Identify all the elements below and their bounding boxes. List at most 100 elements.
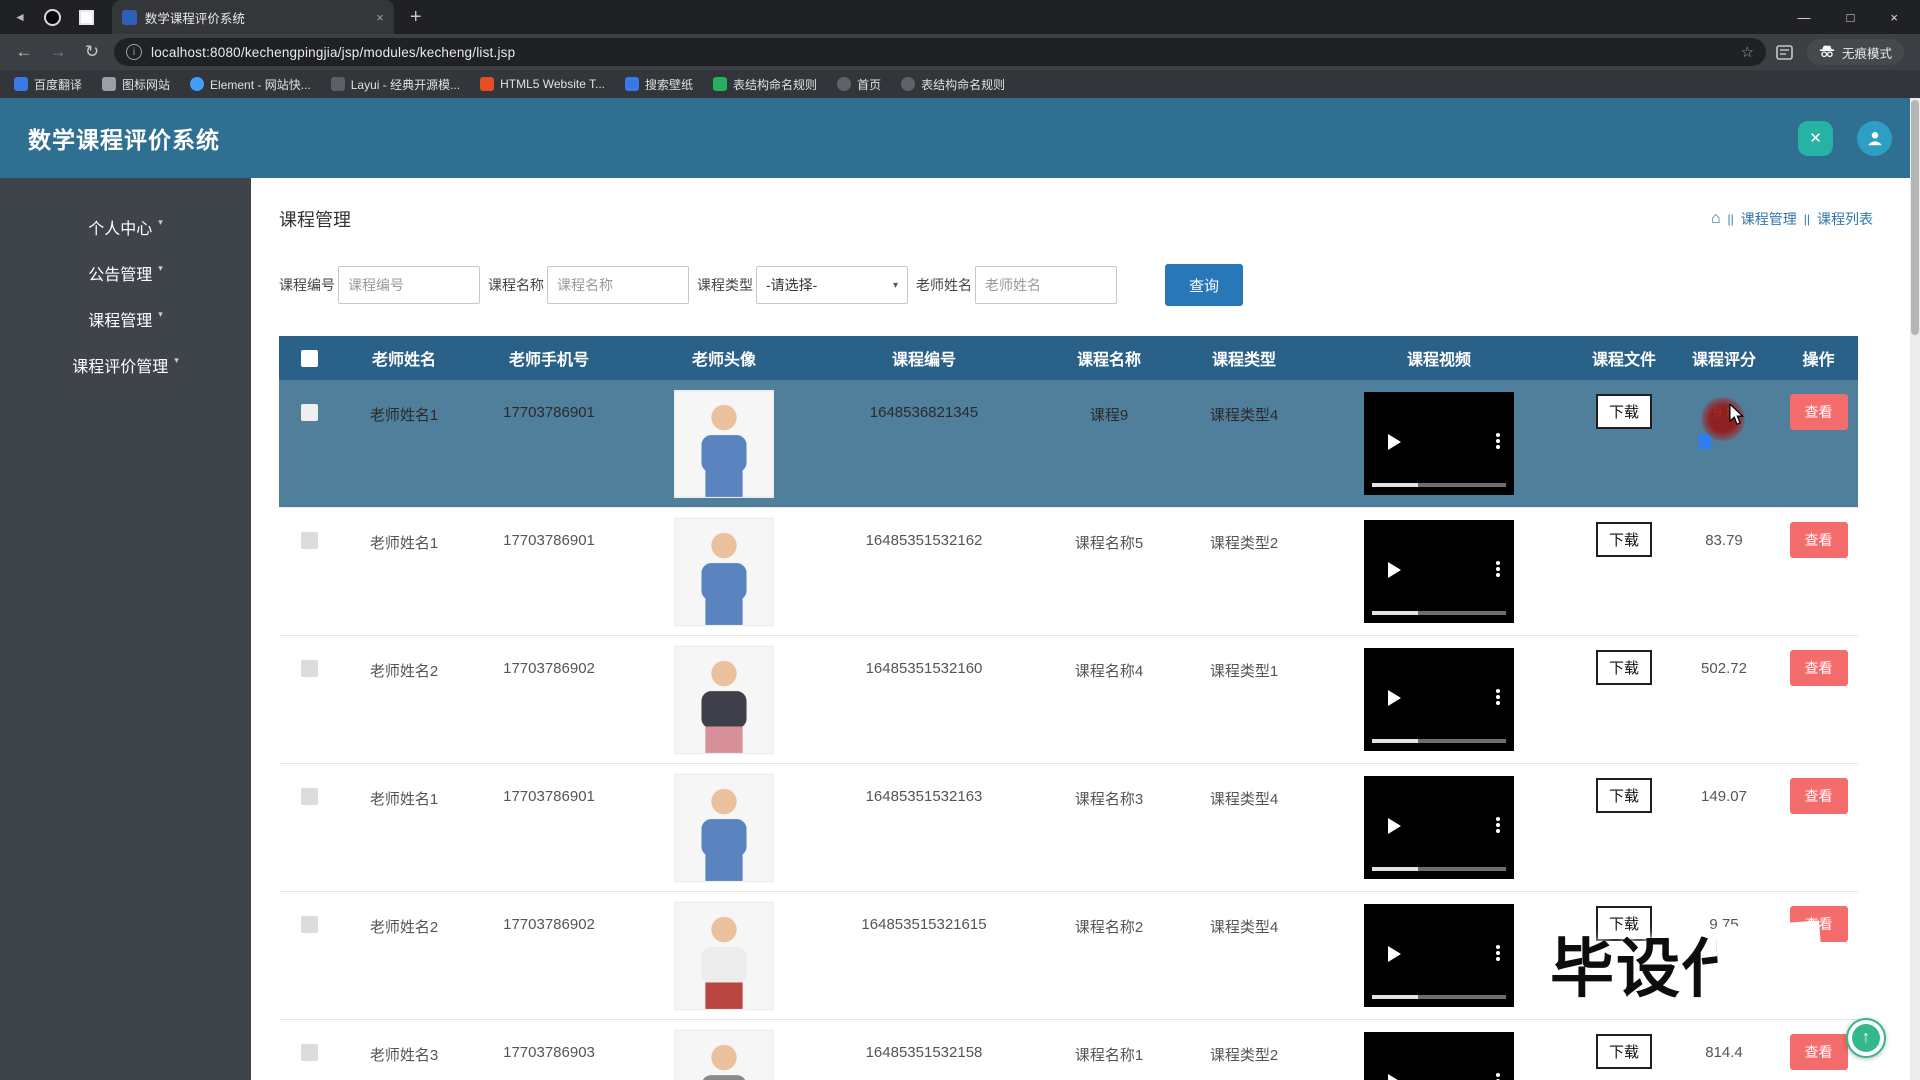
download-button[interactable]: 下载	[1596, 778, 1652, 813]
video-player[interactable]	[1364, 904, 1514, 1007]
video-progress-bar[interactable]	[1372, 483, 1506, 487]
sidebar-item[interactable]: 课程管理▾	[0, 296, 251, 342]
video-menu-icon[interactable]	[1496, 817, 1500, 821]
video-progress-bar[interactable]	[1372, 739, 1506, 743]
course-file-cell: 下载	[1579, 1020, 1669, 1080]
row-checkbox-cell	[279, 892, 339, 1019]
breadcrumb-separator: ||	[1804, 212, 1810, 226]
site-info-icon[interactable]: i	[126, 44, 142, 60]
view-button[interactable]: 查看	[1790, 522, 1848, 558]
video-play-icon[interactable]	[1388, 690, 1401, 706]
back-button[interactable]: ←	[12, 42, 36, 62]
reading-list-icon[interactable]	[1776, 45, 1793, 60]
video-player[interactable]	[1364, 648, 1514, 751]
teacher-phone-cell: 17703786902	[469, 636, 629, 763]
window-close-button[interactable]: ×	[1890, 10, 1898, 25]
video-menu-icon[interactable]	[1496, 433, 1500, 437]
view-button[interactable]: 查看	[1790, 778, 1848, 814]
bookmark-item[interactable]: 首页	[837, 76, 881, 93]
teacher-name-cell: 老师姓名2	[339, 892, 469, 1019]
download-button[interactable]: 下载	[1596, 1034, 1652, 1069]
video-player[interactable]	[1364, 392, 1514, 495]
video-menu-icon[interactable]	[1496, 689, 1500, 693]
course-no-cell: 16485351532162	[819, 508, 1029, 635]
window-minimize-button[interactable]: —	[1798, 10, 1811, 25]
download-button[interactable]: 下载	[1596, 650, 1652, 685]
scrollbar-thumb[interactable]	[1911, 100, 1919, 335]
tab-close-icon[interactable]: ×	[376, 10, 384, 25]
bookmark-star-icon[interactable]: ☆	[1741, 43, 1754, 61]
breadcrumb-item-course-management[interactable]: 课程管理	[1741, 209, 1797, 229]
video-menu-icon[interactable]	[1496, 561, 1500, 565]
teacher-name-cell: 老师姓名1	[339, 508, 469, 635]
teacher-name-input[interactable]	[975, 266, 1117, 304]
select-all-checkbox[interactable]	[301, 350, 318, 367]
bookmark-favicon	[14, 77, 28, 91]
view-button[interactable]: 查看	[1790, 1034, 1848, 1070]
video-play-icon[interactable]	[1388, 1074, 1401, 1080]
video-play-icon[interactable]	[1388, 946, 1401, 962]
bookmark-item[interactable]: 图标网站	[102, 76, 170, 93]
video-player[interactable]	[1364, 1032, 1514, 1080]
fullscreen-icon[interactable]: ✕	[1798, 121, 1833, 156]
sidebar-item[interactable]: 个人中心▾	[0, 204, 251, 250]
breadcrumb-item-course-list[interactable]: 课程列表	[1817, 209, 1873, 229]
page-scrollbar[interactable]	[1910, 98, 1920, 1080]
teacher-phone-cell: 17703786902	[469, 892, 629, 1019]
teacher-photo-cell	[629, 892, 819, 1019]
teacher-name-cell: 老师姓名1	[339, 764, 469, 891]
bookmark-item[interactable]: Layui - 经典开源模...	[331, 76, 460, 93]
refresh-button[interactable]: ↻	[80, 42, 104, 62]
sidebar-item[interactable]: 课程评价管理▾	[0, 342, 251, 388]
view-button[interactable]: 查看	[1790, 394, 1848, 430]
forward-button[interactable]: →	[46, 42, 70, 62]
address-bar[interactable]: i localhost:8080/kechengpingjia/jsp/modu…	[114, 38, 1766, 66]
course-type-select[interactable]: -请选择- ▾	[756, 266, 908, 304]
course-name-input[interactable]	[547, 266, 689, 304]
bookmark-favicon	[901, 77, 915, 91]
bookmark-item[interactable]: HTML5 Website T...	[480, 77, 605, 91]
row-checkbox[interactable]	[301, 916, 318, 933]
user-profile-icon[interactable]	[1857, 121, 1892, 156]
row-checkbox[interactable]	[301, 532, 318, 549]
bookmark-item[interactable]: 表结构命名规则	[713, 76, 817, 93]
sidebar-item[interactable]: 公告管理▾	[0, 250, 251, 296]
video-play-icon[interactable]	[1388, 818, 1401, 834]
window-maximize-button[interactable]: □	[1847, 10, 1855, 25]
query-button[interactable]: 查询	[1165, 264, 1243, 306]
video-progress-bar[interactable]	[1372, 995, 1506, 999]
course-no-input[interactable]	[338, 266, 480, 304]
browser-tab[interactable]: 数学课程评价系统 ×	[112, 0, 394, 34]
bookmark-item[interactable]: Element - 网站快...	[190, 76, 311, 93]
bookmark-item[interactable]: 搜索壁纸	[625, 76, 693, 93]
media-back-icon[interactable]: ◄	[14, 10, 26, 24]
video-play-icon[interactable]	[1388, 434, 1401, 450]
video-player[interactable]	[1364, 776, 1514, 879]
video-menu-icon[interactable]	[1496, 1073, 1500, 1077]
download-button[interactable]: 下载	[1596, 394, 1652, 429]
url-text[interactable]: localhost:8080/kechengpingjia/jsp/module…	[151, 45, 1732, 60]
column-header: 老师手机号	[469, 346, 629, 370]
home-icon[interactable]: ⌂	[1711, 210, 1721, 228]
view-button[interactable]: 查看	[1790, 650, 1848, 686]
bookmark-item[interactable]: 百度翻译	[14, 76, 82, 93]
app-header: 数学课程评价系统 ✕	[0, 98, 1920, 178]
video-progress-bar[interactable]	[1372, 867, 1506, 871]
incognito-badge[interactable]: 无痕模式	[1807, 39, 1904, 65]
video-play-icon[interactable]	[1388, 562, 1401, 578]
course-type-cell: 课程类型1	[1189, 636, 1299, 763]
bookmark-item[interactable]: 表结构命名规则	[901, 76, 1005, 93]
row-checkbox[interactable]	[301, 1044, 318, 1061]
table-header-row: 老师姓名老师手机号老师头像课程编号课程名称课程类型课程视频课程文件课程评分操作	[279, 336, 1858, 380]
new-tab-button[interactable]: +	[410, 7, 422, 27]
row-checkbox[interactable]	[301, 404, 318, 421]
video-progress-bar[interactable]	[1372, 611, 1506, 615]
window-controls: — □ ×	[1798, 10, 1920, 25]
scroll-top-button[interactable]: ↑	[1846, 1018, 1886, 1058]
video-player[interactable]	[1364, 520, 1514, 623]
row-checkbox[interactable]	[301, 660, 318, 677]
column-header: 课程视频	[1299, 346, 1579, 370]
download-button[interactable]: 下载	[1596, 522, 1652, 557]
row-checkbox[interactable]	[301, 788, 318, 805]
video-menu-icon[interactable]	[1496, 945, 1500, 949]
